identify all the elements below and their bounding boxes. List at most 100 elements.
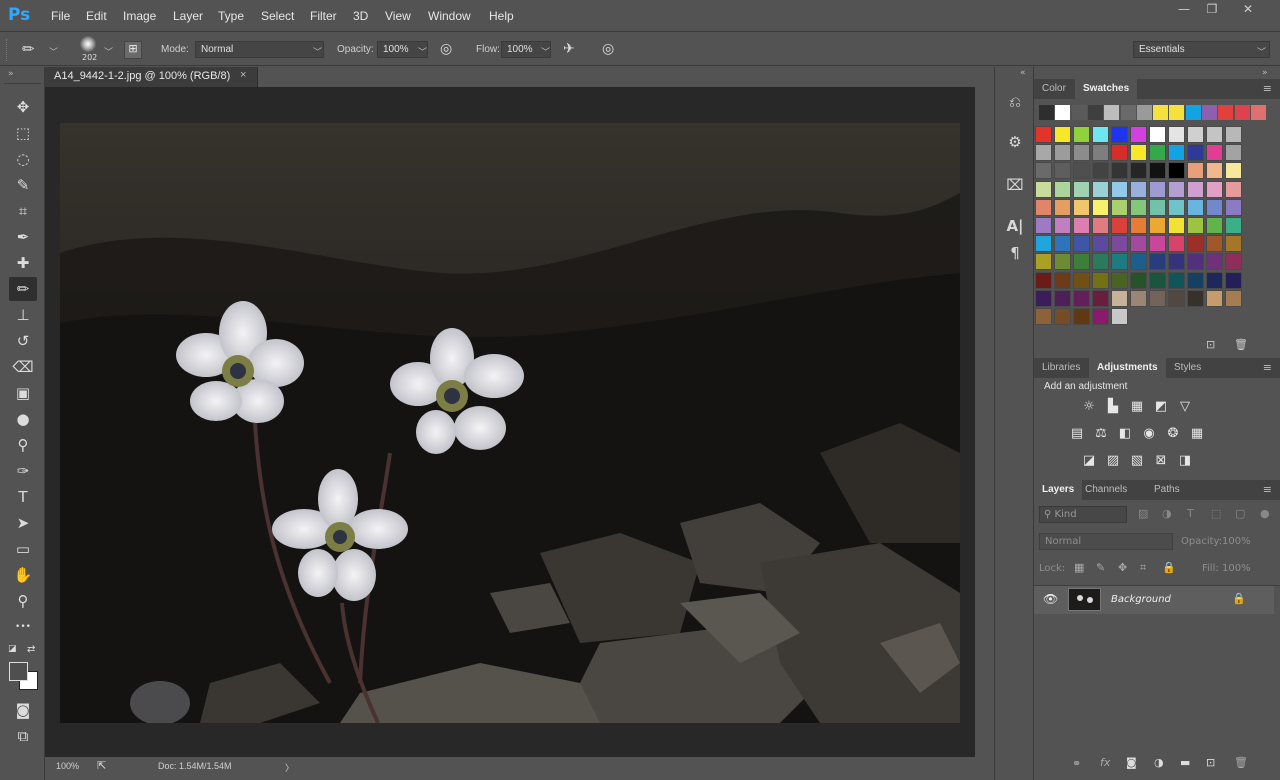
menu-help[interactable]: Help [489,9,514,23]
tab-libraries[interactable]: Libraries [1034,358,1088,378]
new-layer-icon[interactable]: ⊡ [1206,756,1215,769]
blend-mode-select[interactable]: Normal [1039,533,1173,550]
color-swatch[interactable] [1073,253,1090,271]
restore-button[interactable]: ❐ [1196,2,1228,20]
panel-menu-icon[interactable]: ≡ [1263,483,1272,496]
color-swatch[interactable] [1111,271,1128,289]
color-swatch[interactable] [1149,198,1166,216]
color-swatch[interactable] [1073,144,1090,162]
recent-swatch[interactable] [1169,105,1185,120]
color-swatch[interactable] [1073,198,1090,216]
recent-swatch[interactable] [1055,105,1071,120]
marquee-tool-icon[interactable]: ⬚ [9,121,37,145]
color-swatch[interactable] [1168,198,1185,216]
brightness-contrast-icon[interactable]: ☼ [1080,398,1098,416]
color-swatch[interactable] [1149,217,1166,234]
color-swatch[interactable] [1054,180,1071,198]
recent-swatch[interactable] [1218,105,1234,120]
color-swatch[interactable] [1149,162,1166,180]
color-swatch[interactable] [1130,198,1147,216]
color-swatch[interactable] [1111,308,1128,325]
recent-swatch[interactable] [1202,105,1217,120]
clone-stamp-tool-icon[interactable]: ⊥ [9,303,37,327]
color-swatch[interactable] [1035,235,1052,253]
color-swatch[interactable] [1206,253,1223,271]
color-swatch[interactable] [1035,308,1052,325]
color-swatch[interactable] [1073,180,1090,198]
tab-paths[interactable]: Paths [1146,480,1188,500]
color-swatch[interactable] [1225,198,1242,216]
color-swatch[interactable] [1225,289,1242,307]
color-swatch[interactable] [1130,162,1147,180]
document-tab[interactable]: A14_9442-1-2.jpg @ 100% (RGB/8) × [45,67,258,87]
color-swatch[interactable] [1111,289,1128,307]
color-swatch[interactable] [1206,235,1223,253]
color-swatch[interactable] [1149,180,1166,198]
panel-menu-icon[interactable]: ≡ [1263,82,1272,95]
black-white-icon[interactable]: ◧ [1116,425,1134,443]
color-swatch[interactable] [1187,144,1204,162]
recent-swatch[interactable] [1071,105,1087,120]
menu-filter[interactable]: Filter [310,9,337,23]
expand-panels-icon[interactable]: « [1020,68,1026,78]
eyedropper-tool-icon[interactable]: ✒ [9,225,37,249]
menu-edit[interactable]: Edit [86,9,107,23]
color-swatch[interactable] [1130,144,1147,162]
color-swatch[interactable] [1073,217,1090,234]
filter-pixel-icon[interactable]: ▨ [1138,507,1148,520]
delete-swatch-icon[interactable]: 🗑 [1234,338,1248,351]
color-swatch[interactable] [1130,180,1147,198]
add-mask-icon[interactable]: ◙ [1126,756,1137,769]
color-swatch[interactable] [1111,198,1128,216]
layer-style-icon[interactable]: fx [1100,756,1110,769]
recent-swatch[interactable] [1250,105,1266,120]
invert-icon[interactable]: ◪ [1080,452,1098,470]
menu-select[interactable]: Select [261,9,294,23]
pen-tool-icon[interactable]: ✑ [9,459,37,483]
color-swatch[interactable] [1130,235,1147,253]
color-swatch[interactable] [1206,198,1223,216]
color-swatch[interactable] [1092,253,1109,271]
lasso-tool-icon[interactable]: ◌ [9,147,37,171]
color-swatch[interactable] [1111,217,1128,234]
color-swatch[interactable] [1149,289,1166,307]
color-lookup-icon[interactable]: ▦ [1188,425,1206,443]
tab-styles[interactable]: Styles [1166,358,1209,378]
filter-shape-icon[interactable]: ⬚ [1211,507,1221,520]
color-swatch[interactable] [1168,289,1185,307]
color-swatch[interactable] [1111,180,1128,198]
color-swatch[interactable] [1168,271,1185,289]
recent-swatch[interactable] [1185,105,1201,120]
color-swatch[interactable] [1054,217,1071,234]
healing-brush-tool-icon[interactable]: ✚ [9,251,37,275]
gradient-tool-icon[interactable]: ▣ [9,381,37,405]
selective-color-icon[interactable]: ◨ [1176,452,1194,470]
quick-mask-icon[interactable]: ◙ [9,698,37,722]
color-swatch[interactable] [1149,235,1166,253]
new-adjustment-layer-icon[interactable]: ◑ [1154,756,1164,769]
pressure-opacity-icon[interactable]: ◎ [440,41,452,57]
color-swatch[interactable] [1092,235,1109,253]
threshold-icon[interactable]: ▧ [1128,452,1146,470]
layer-kind-filter[interactable]: ⚲ Kind [1039,506,1127,523]
color-swatch[interactable] [1206,180,1223,198]
move-tool-icon[interactable]: ✥ [9,95,37,119]
layer-row[interactable]: 👁 Background 🔒 [1034,586,1274,614]
exposure-icon[interactable]: ◩ [1152,398,1170,416]
color-swatch[interactable] [1187,271,1204,289]
filter-toggle-icon[interactable]: ● [1260,507,1270,520]
color-swatch[interactable] [1187,253,1204,271]
tab-layers[interactable]: Layers [1034,480,1083,500]
tab-color[interactable]: Color [1034,79,1074,99]
color-swatch[interactable] [1035,180,1052,198]
color-swatch[interactable] [1149,126,1166,143]
color-swatch[interactable] [1225,144,1242,162]
airbrush-icon[interactable]: ✈ [563,41,575,57]
color-swatch[interactable] [1187,217,1204,234]
color-swatch[interactable] [1130,253,1147,271]
close-window-button[interactable]: ✕ [1232,2,1264,20]
document-image[interactable] [60,123,960,723]
lock-transparent-icon[interactable]: ▦ [1074,561,1084,574]
color-swatch[interactable] [1130,126,1147,143]
hue-saturation-icon[interactable]: ▤ [1068,425,1086,443]
